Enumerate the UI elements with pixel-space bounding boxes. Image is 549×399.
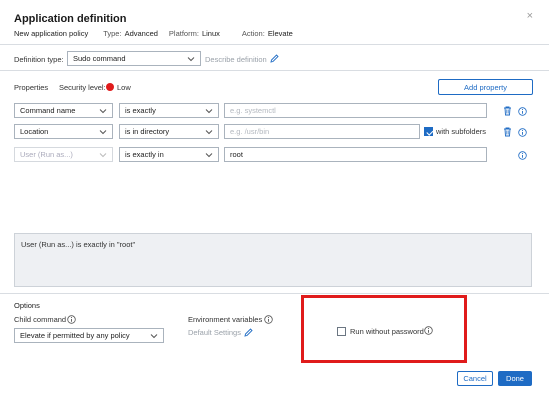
trash-icon[interactable]	[503, 127, 512, 139]
security-level-label: Security level:	[59, 83, 106, 92]
chevron-down-icon	[205, 107, 213, 115]
info-icon[interactable]	[67, 315, 76, 324]
add-property-button[interactable]: Add property	[438, 79, 533, 95]
trash-icon[interactable]	[503, 106, 512, 118]
policy-subtitle: New application policy	[14, 29, 89, 38]
child-command-label: Child command	[14, 315, 67, 324]
definition-divider	[0, 70, 549, 71]
pencil-icon[interactable]	[270, 54, 279, 65]
with-subfolders-checkbox[interactable]	[424, 127, 433, 136]
info-icon[interactable]	[518, 128, 527, 137]
property-operator-select[interactable]: is in directory	[119, 124, 219, 139]
options-label: Options	[14, 301, 40, 310]
property-name-select[interactable]: Command name	[14, 103, 113, 118]
info-icon[interactable]	[518, 107, 527, 116]
property-name-value: Location	[20, 127, 49, 136]
info-icon[interactable]	[264, 315, 273, 324]
action-value: Elevate	[267, 29, 293, 38]
child-command-select[interactable]: Elevate if permitted by any policy	[14, 328, 164, 343]
definition-type-label: Definition type:	[14, 55, 64, 64]
property-operator-value: is in directory	[125, 127, 170, 136]
summary-text: User (Run as...) is exactly in "root"	[21, 240, 136, 249]
child-command-value: Elevate if permitted by any policy	[20, 331, 130, 340]
highlight-box	[301, 295, 467, 363]
chevron-down-icon	[99, 151, 107, 159]
cancel-button[interactable]: Cancel	[457, 371, 493, 386]
platform-value: Linux	[201, 29, 220, 38]
property-value-input[interactable]: root	[224, 147, 487, 162]
property-operator-select[interactable]: is exactly	[119, 103, 219, 118]
property-value-input[interactable]: e.g. systemctl	[224, 103, 487, 118]
property-name-select: User (Run as...)	[14, 147, 113, 162]
property-value-input[interactable]: e.g. /usr/bin	[224, 124, 420, 139]
property-operator-value: is exactly in	[125, 150, 164, 159]
action-label: Action:	[241, 29, 265, 38]
chevron-down-icon	[205, 151, 213, 159]
property-value-text: root	[230, 150, 243, 159]
chevron-down-icon	[205, 128, 213, 136]
environment-variables-label: Environment variables	[188, 315, 263, 324]
properties-label: Properties	[14, 83, 49, 92]
options-divider	[0, 293, 549, 294]
property-value-placeholder: e.g. /usr/bin	[230, 127, 270, 136]
close-icon[interactable]: ×	[527, 10, 533, 22]
done-button[interactable]: Done	[498, 371, 532, 386]
environment-variables-value: Default Settings	[188, 328, 241, 337]
describe-definition-label: Describe definition	[205, 55, 267, 64]
chevron-down-icon	[99, 128, 107, 136]
property-name-select[interactable]: Location	[14, 124, 113, 139]
type-value: Advanced	[124, 29, 158, 38]
property-name-value: User (Run as...)	[20, 150, 73, 159]
info-icon[interactable]	[518, 151, 527, 160]
definition-type-select[interactable]: Sudo command	[67, 51, 201, 66]
platform-label: Platform:	[168, 29, 199, 38]
header-divider	[0, 44, 549, 45]
chevron-down-icon	[99, 107, 107, 115]
chevron-down-icon	[150, 332, 158, 340]
pencil-icon[interactable]	[244, 328, 253, 339]
property-operator-value: is exactly	[125, 106, 156, 115]
dialog-title: Application definition	[14, 13, 127, 25]
security-level-dot	[106, 83, 114, 91]
definition-summary: User (Run as...) is exactly in "root"	[14, 233, 532, 287]
security-level-value: Low	[117, 83, 131, 92]
property-operator-select[interactable]: is exactly in	[119, 147, 219, 162]
type-label: Type:	[103, 29, 122, 38]
chevron-down-icon	[187, 55, 195, 63]
with-subfolders-label: with subfolders	[436, 127, 487, 136]
dialog-subtitle-row: New application policy Type: Advanced Pl…	[14, 29, 293, 38]
property-value-placeholder: e.g. systemctl	[230, 106, 276, 115]
property-name-value: Command name	[20, 106, 76, 115]
definition-type-value: Sudo command	[73, 54, 126, 63]
